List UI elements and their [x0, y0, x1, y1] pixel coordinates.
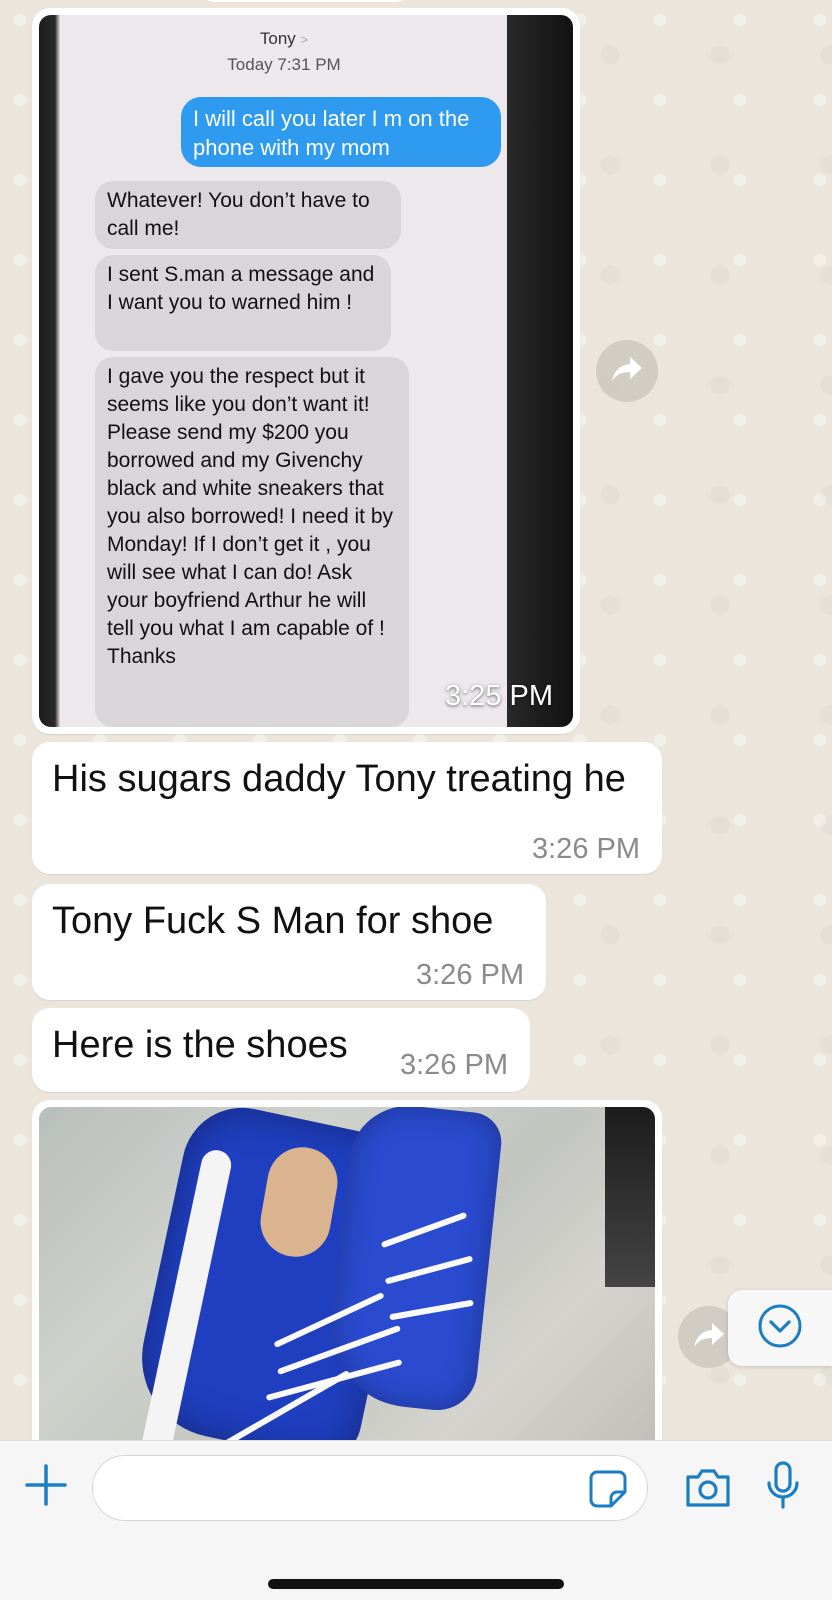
message-screenshot-photo[interactable]: Tony > Today 7:31 PM I will call you lat… [39, 15, 573, 727]
message-time: 3:26 PM [416, 959, 524, 991]
screenshot-contact-name: Tony [259, 29, 296, 48]
sticker-icon [589, 1470, 627, 1512]
attach-button[interactable] [24, 1463, 68, 1507]
message-input[interactable] [92, 1455, 648, 1521]
forward-button[interactable] [596, 340, 658, 402]
screenshot-date: Today 7:31 PM [227, 55, 341, 74]
screenshot-received-bubble-2: I sent S.man a message and I want you to… [95, 255, 391, 351]
screenshot-sent-bubble: I will call you later I m on the phone w… [181, 97, 501, 167]
forward-arrow-icon [611, 355, 643, 388]
photo-background-object [605, 1107, 655, 1287]
image-message-screenshot[interactable]: Tony > Today 7:31 PM I will call you lat… [32, 8, 580, 734]
microphone-icon [766, 1461, 800, 1515]
sticker-button[interactable] [589, 1470, 627, 1508]
phone-screen: Tony > Today 7:31 PM I will call you lat… [61, 15, 507, 727]
camera-icon [684, 1469, 732, 1513]
text-message[interactable]: Here is the shoes 3:26 PM [32, 1008, 530, 1092]
message-time: 3:25 PM [445, 680, 553, 712]
plus-icon [24, 1464, 68, 1511]
camera-button[interactable] [684, 1465, 732, 1509]
previous-bubble-edge [200, 0, 410, 2]
chat-area[interactable]: Tony > Today 7:31 PM I will call you lat… [0, 0, 832, 1440]
message-time: 3:26 PM [532, 833, 640, 865]
screenshot-contact-row: Tony > [61, 29, 507, 49]
shoe-right [323, 1107, 505, 1415]
message-text: Tony Fuck S Man for shoe [52, 900, 494, 942]
voice-message-button[interactable] [766, 1461, 800, 1511]
message-time: 3:26 PM [400, 1049, 508, 1081]
forward-arrow-icon [693, 1321, 725, 1354]
screenshot-received-bubble-1: Whatever! You don’t have to call me! [95, 181, 401, 249]
image-message-shoes[interactable] [32, 1100, 662, 1440]
text-message[interactable]: Tony Fuck S Man for shoe 3:26 PM [32, 884, 546, 1000]
shoes-photo[interactable] [39, 1107, 655, 1440]
message-text: Here is the shoes [52, 1024, 348, 1066]
message-text: His sugars daddy Tony treating he [52, 758, 626, 800]
chevron-down-circle-icon [757, 1303, 803, 1354]
screenshot-contact-chevron: > [300, 32, 309, 47]
scroll-to-bottom-button[interactable] [728, 1290, 832, 1366]
screenshot-received-bubble-3: I gave you the respect but it seems like… [95, 357, 409, 727]
text-message[interactable]: His sugars daddy Tony treating he 3:26 P… [32, 742, 662, 874]
home-indicator [268, 1579, 564, 1589]
composer-bar [0, 1440, 832, 1600]
